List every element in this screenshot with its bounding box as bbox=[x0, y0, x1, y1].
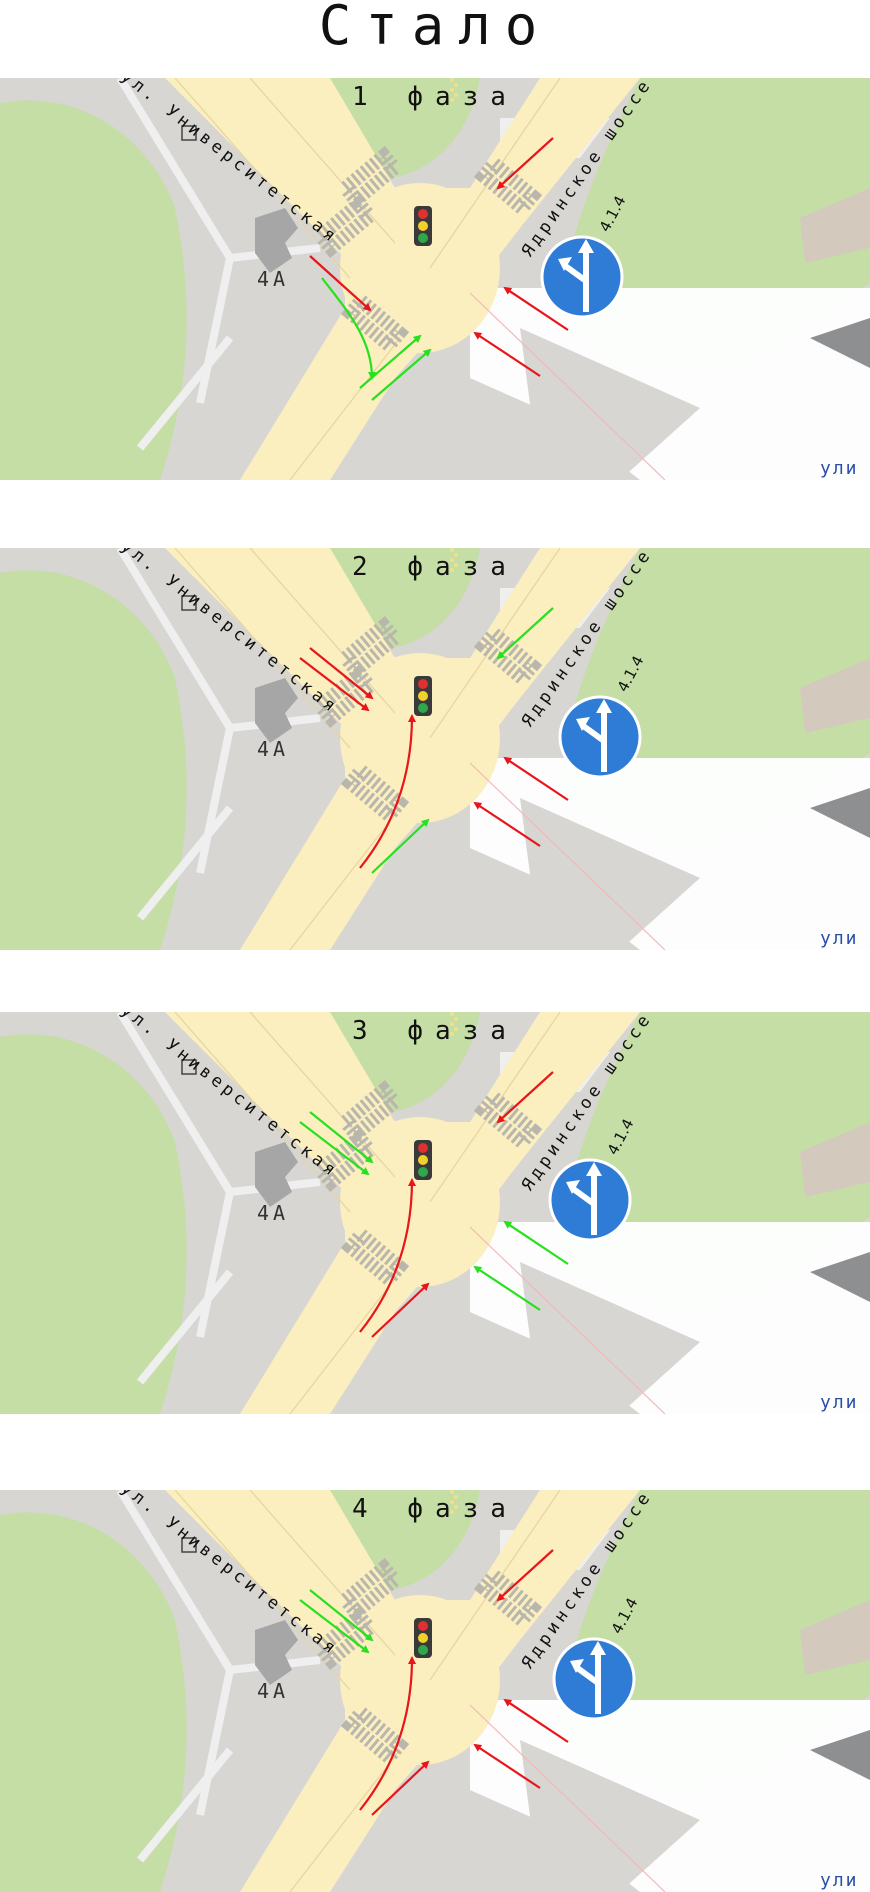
phase-panel: ул. Университетская Ядринское шоссе 4А ули 4… bbox=[0, 548, 870, 950]
building-label: 4А bbox=[257, 1679, 289, 1703]
street-label-bottom: ули bbox=[820, 1870, 859, 1891]
phase-label: 2 фаза bbox=[352, 552, 518, 582]
intersection-map: ул. Университетская Ядринское шоссе4Аули4… bbox=[0, 548, 870, 950]
street-label-bottom: ули bbox=[820, 928, 859, 949]
phase-label: 4 фаза bbox=[352, 1494, 518, 1524]
building-label: 4А bbox=[257, 737, 289, 761]
phase-panel: ул. Университетская Ядринское шоссе 4А ули 4… bbox=[0, 1012, 870, 1414]
building-label: 4А bbox=[257, 267, 289, 291]
intersection-map: ул. Университетская Ядринское шоссе4Аули4… bbox=[0, 1012, 870, 1414]
building-label: 4А bbox=[257, 1201, 289, 1225]
traffic-light-icon bbox=[414, 676, 432, 716]
phase-label: 3 фаза bbox=[352, 1016, 518, 1046]
intersection-map: ул. Университетская Ядринское шоссе4Аули4… bbox=[0, 78, 870, 480]
direction-sign-icon bbox=[558, 695, 642, 779]
direction-sign-icon bbox=[552, 1637, 636, 1721]
phase-label: 1 фаза bbox=[352, 82, 518, 112]
phase-panel: ул. Университетская Ядринское шоссе 4А ули 4… bbox=[0, 78, 870, 480]
traffic-light-icon bbox=[414, 1618, 432, 1658]
intersection-map: ул. Университетская Ядринское шоссе4Аули4… bbox=[0, 1490, 870, 1892]
direction-sign-icon bbox=[540, 235, 624, 319]
street-label-bottom: ули bbox=[820, 458, 859, 479]
page-title: Стало bbox=[318, 0, 552, 57]
traffic-light-icon bbox=[414, 1140, 432, 1180]
street-label-bottom: ули bbox=[820, 1392, 859, 1413]
direction-sign-icon bbox=[548, 1158, 632, 1242]
traffic-light-icon bbox=[414, 206, 432, 246]
phase-panel: ул. Университетская Ядринское шоссе 4А ули 4… bbox=[0, 1490, 870, 1892]
